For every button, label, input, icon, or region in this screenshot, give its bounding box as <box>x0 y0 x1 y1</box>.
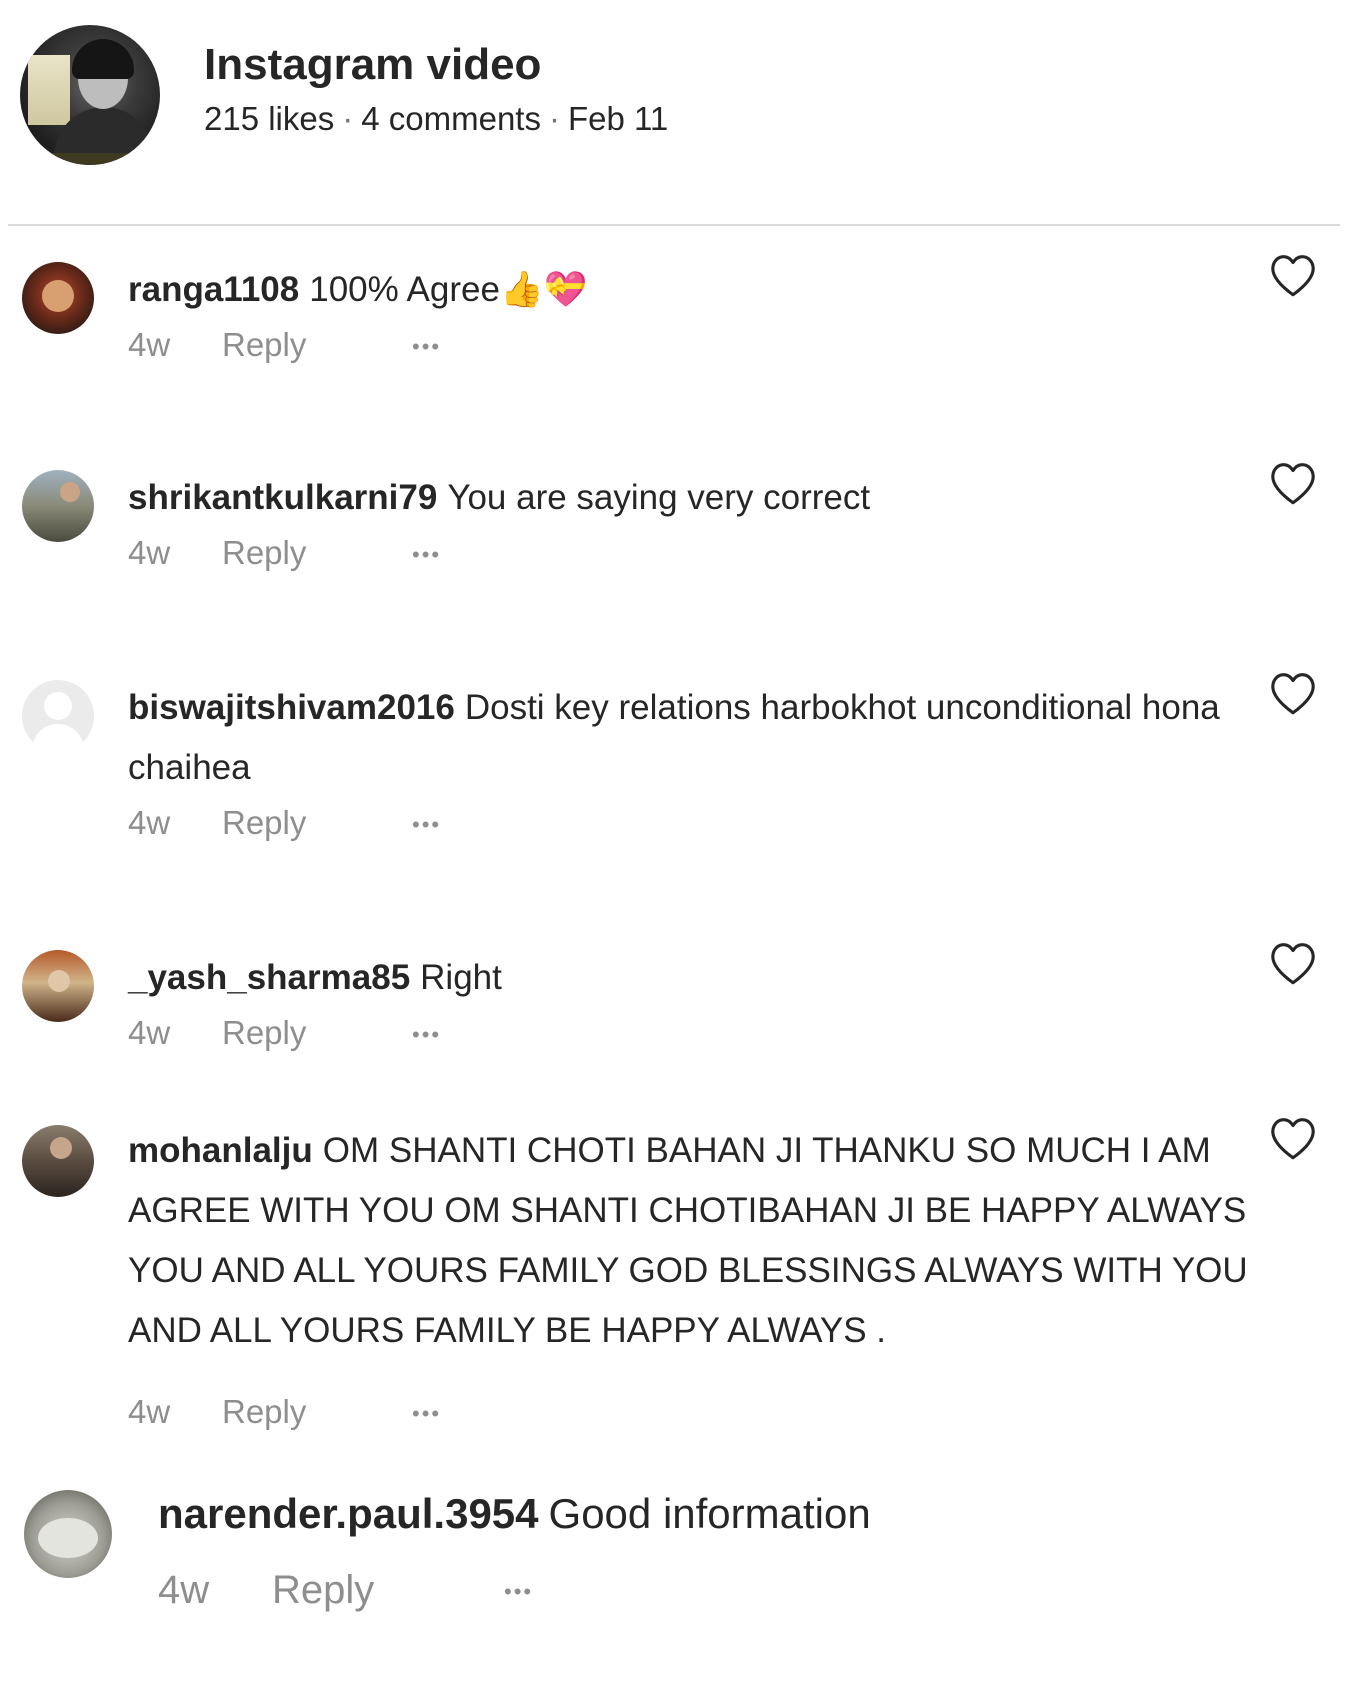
commenter-avatar[interactable] <box>22 262 94 334</box>
meta-separator: · <box>342 100 354 137</box>
comments-count[interactable]: 4 comments <box>361 100 541 137</box>
likes-count[interactable]: 215 likes <box>204 100 334 137</box>
post-author-avatar[interactable] <box>20 25 160 165</box>
comment-username[interactable]: narender.paul.3954 <box>158 1490 539 1537</box>
comment-content: ranga1108 100% Agree👍💝 <box>128 260 1258 320</box>
comment-meta: 4w Reply ••• <box>128 1393 441 1431</box>
reply-button[interactable]: Reply <box>222 1393 412 1431</box>
avatar-figure-graphic <box>50 1137 72 1159</box>
comment-meta: 4w Reply ••• <box>128 804 441 842</box>
default-avatar[interactable] <box>22 680 94 752</box>
avatar-hair-graphic <box>72 39 134 79</box>
commenter-avatar[interactable] <box>22 1125 94 1197</box>
more-options-icon[interactable]: ••• <box>412 1401 441 1427</box>
post-header: Instagram video 215 likes · 4 comments · Feb… <box>0 0 1340 225</box>
comment-text: 100% Agree👍💝 <box>309 270 588 309</box>
commenter-avatar[interactable] <box>22 470 94 542</box>
comment-time: 4w <box>128 1393 171 1430</box>
more-options-icon[interactable]: ••• <box>412 1022 441 1048</box>
heart-icon[interactable] <box>1268 252 1318 298</box>
reply-button[interactable]: Reply <box>272 1568 504 1613</box>
comment-username[interactable]: shrikantkulkarni79 <box>128 478 437 517</box>
comment-meta: 4w Reply ••• <box>158 1568 533 1613</box>
header-divider <box>8 224 1340 226</box>
heart-icon[interactable] <box>1268 1115 1318 1161</box>
commenter-avatar[interactable] <box>22 950 94 1022</box>
comment-time: 4w <box>128 534 171 571</box>
reply-button[interactable]: Reply <box>222 1014 412 1052</box>
reply-button[interactable]: Reply <box>222 326 412 364</box>
comment-content: shrikantkulkarni79 You are saying very co… <box>128 468 1258 528</box>
comment-meta: 4w Reply ••• <box>128 534 441 572</box>
avatar-head-graphic <box>44 692 72 720</box>
more-options-icon[interactable]: ••• <box>412 812 441 838</box>
comment-username[interactable]: _yash_sharma85 <box>128 958 410 997</box>
more-options-icon[interactable]: ••• <box>412 334 441 360</box>
comment-content: biswajitshivam2016 Dosti key relations ha… <box>128 678 1258 798</box>
avatar-book-graphic <box>28 55 70 125</box>
avatar-banner-graphic <box>20 153 160 165</box>
comment-meta: 4w Reply ••• <box>128 326 441 364</box>
commenter-avatar[interactable] <box>24 1490 112 1578</box>
comment-content: mohanlalju OM SHANTI CHOTI BAHAN JI THANK… <box>128 1121 1258 1361</box>
comment-username[interactable]: ranga1108 <box>128 270 299 309</box>
avatar-figure-graphic <box>60 482 80 502</box>
avatar-figure-graphic <box>42 280 74 312</box>
comment-text: You are saying very correct <box>447 478 871 517</box>
post-title: Instagram video <box>204 40 542 89</box>
comment-username[interactable]: mohanlalju <box>128 1131 313 1170</box>
reply-button[interactable]: Reply <box>222 804 412 842</box>
comment-text: Right <box>420 958 502 997</box>
heart-icon[interactable] <box>1268 460 1318 506</box>
comment-username[interactable]: biswajitshivam2016 <box>128 688 455 727</box>
comment-meta: 4w Reply ••• <box>128 1014 441 1052</box>
comment-time: 4w <box>128 1014 171 1051</box>
comment-content: _yash_sharma85 Right <box>128 948 1258 1008</box>
avatar-body-graphic <box>32 724 84 752</box>
more-options-icon[interactable]: ••• <box>504 1579 533 1605</box>
more-options-icon[interactable]: ••• <box>412 542 441 568</box>
meta-separator: · <box>548 100 560 137</box>
comment-content: narender.paul.3954 Good information <box>158 1484 1288 1544</box>
heart-icon[interactable] <box>1268 670 1318 716</box>
comment-time: 4w <box>128 326 171 363</box>
heart-icon[interactable] <box>1268 940 1318 986</box>
reply-button[interactable]: Reply <box>222 534 412 572</box>
comment-time: 4w <box>158 1568 210 1612</box>
avatar-figure-graphic <box>48 970 70 992</box>
post-date: Feb 11 <box>567 100 669 137</box>
avatar-face-graphic <box>38 1518 98 1558</box>
comment-time: 4w <box>128 804 171 841</box>
post-meta: 215 likes · 4 comments · Feb 11 <box>204 100 668 138</box>
comment-text: Good information <box>548 1490 871 1537</box>
